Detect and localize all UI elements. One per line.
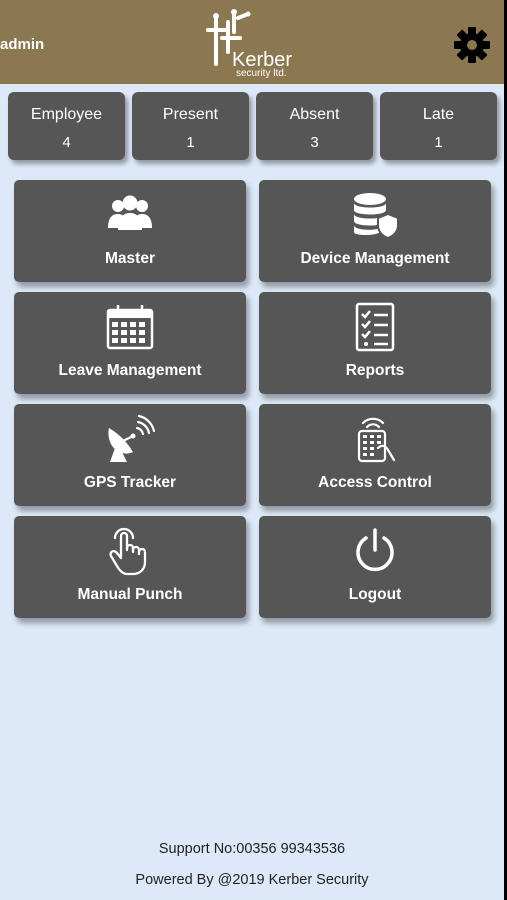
tile-label: Access Control: [318, 474, 432, 491]
support-number: Support No:00356 99343536: [158, 841, 346, 857]
tile-label: GPS Tracker: [83, 474, 177, 491]
stat-label: Absent: [289, 106, 340, 123]
settings-button[interactable]: [452, 25, 492, 65]
master-button[interactable]: Master: [14, 180, 246, 282]
access-control-button[interactable]: Access Control: [259, 404, 491, 506]
stat-label: Late: [422, 106, 455, 123]
finger-tap-icon: [109, 527, 147, 576]
tile-label: Logout: [348, 586, 402, 603]
leave-management-button[interactable]: Leave Management: [14, 292, 246, 394]
manual-punch-button[interactable]: Manual Punch: [14, 516, 246, 618]
device-management-button[interactable]: Device Management: [259, 180, 491, 282]
database-shield-icon: [354, 193, 399, 240]
username-label: admin: [0, 36, 45, 53]
stat-present: Present 1: [132, 92, 249, 160]
calendar-icon: [106, 305, 154, 350]
logout-button[interactable]: Logout: [259, 516, 491, 618]
gear-icon: [454, 27, 490, 63]
tile-label: Device Management: [300, 250, 450, 267]
tile-label: Leave Management: [58, 362, 202, 379]
keypad-access-icon: [357, 417, 396, 463]
powered-by: Powered By @2019 Kerber Security: [135, 872, 369, 888]
reports-button[interactable]: Reports: [259, 292, 491, 394]
tile-label: Reports: [345, 362, 405, 379]
stat-value: 3: [310, 134, 319, 151]
gps-tracker-button[interactable]: GPS Tracker: [14, 404, 246, 506]
users-group-icon: [108, 195, 152, 230]
stat-value: 1: [434, 134, 443, 151]
satellite-dish-icon: [108, 414, 156, 462]
tile-label: Master: [105, 250, 155, 267]
stat-value: 4: [62, 134, 71, 151]
stat-absent: Absent 3: [256, 92, 373, 160]
kerber-logo: Kerber security ltd.: [196, 8, 316, 82]
power-icon: [356, 528, 394, 572]
stat-label: Employee: [30, 106, 103, 123]
stat-label: Present: [162, 106, 219, 123]
tile-label: Manual Punch: [77, 586, 183, 603]
checklist-icon: [355, 302, 395, 352]
stat-employee: Employee 4: [8, 92, 125, 160]
stat-late: Late 1: [380, 92, 497, 160]
logo-name: Kerber: [232, 49, 293, 71]
logo-subtitle: security ltd.: [236, 68, 287, 79]
stat-value: 1: [186, 134, 195, 151]
top-bar: admin Kerber security ltd.: [0, 0, 507, 84]
